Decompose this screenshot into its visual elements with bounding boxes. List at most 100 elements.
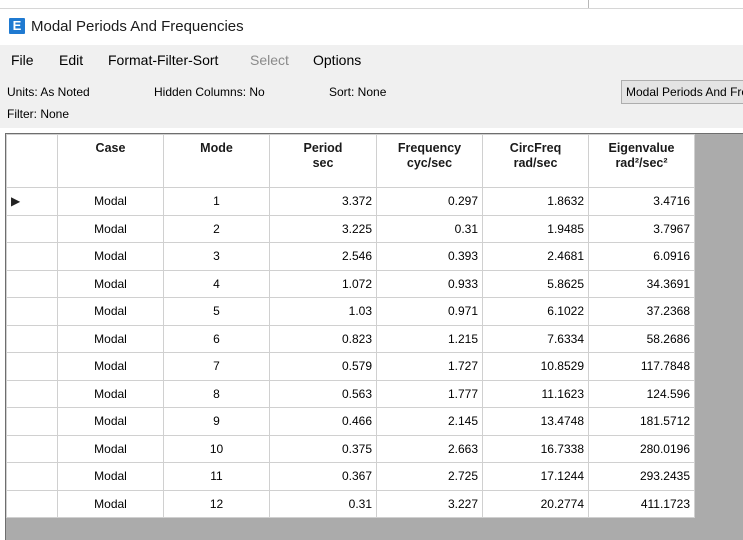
row-selector[interactable] (6, 324, 58, 353)
table-cell[interactable]: 1.072 (269, 269, 377, 298)
table-cell[interactable]: 0.375 (269, 434, 377, 463)
row-selector[interactable] (6, 407, 58, 436)
table-cell[interactable]: 293.2435 (588, 462, 695, 491)
row-selector[interactable] (6, 489, 58, 518)
table-cell[interactable]: 6 (163, 324, 270, 353)
table-cell[interactable]: 11 (163, 462, 270, 491)
table-row[interactable]: Modal 10 0.375 2.663 16.7338 280.0196 (6, 434, 695, 463)
table-cell[interactable]: 10.8529 (482, 352, 589, 381)
row-selector[interactable] (6, 242, 58, 271)
row-selector[interactable] (6, 379, 58, 408)
table-cell[interactable]: 2.663 (376, 434, 483, 463)
table-cell[interactable]: 3.7967 (588, 214, 695, 243)
row-selector[interactable] (6, 352, 58, 381)
column-header[interactable]: Case (57, 134, 164, 188)
table-cell[interactable]: Modal (57, 407, 164, 436)
table-cell[interactable]: Modal (57, 187, 164, 216)
corner-cell[interactable] (6, 134, 58, 188)
table-cell[interactable]: 17.1244 (482, 462, 589, 491)
table-cell[interactable]: 3.225 (269, 214, 377, 243)
table-cell[interactable]: Modal (57, 352, 164, 381)
row-selector[interactable] (6, 434, 58, 463)
table-cell[interactable]: 1.9485 (482, 214, 589, 243)
table-cell[interactable]: 4 (163, 269, 270, 298)
table-cell[interactable]: 5 (163, 297, 270, 326)
table-cell[interactable]: 0.31 (269, 489, 377, 518)
table-cell[interactable]: 2.4681 (482, 242, 589, 271)
column-header[interactable]: Period sec (269, 134, 377, 188)
table-cell[interactable]: 1.215 (376, 324, 483, 353)
table-row[interactable]: Modal 9 0.466 2.145 13.4748 181.5712 (6, 407, 695, 436)
table-cell[interactable]: Modal (57, 297, 164, 326)
table-cell[interactable]: 0.563 (269, 379, 377, 408)
column-header[interactable]: Mode (163, 134, 270, 188)
table-cell[interactable]: 11.1623 (482, 379, 589, 408)
table-cell[interactable]: 5.8625 (482, 269, 589, 298)
table-row[interactable]: Modal 5 1.03 0.971 6.1022 37.2368 (6, 297, 695, 326)
table-cell[interactable]: 2 (163, 214, 270, 243)
row-selector[interactable]: ▶ (6, 187, 58, 216)
table-cell[interactable]: 0.466 (269, 407, 377, 436)
menu-options[interactable]: Options (313, 52, 361, 68)
table-cell[interactable]: Modal (57, 324, 164, 353)
table-cell[interactable]: 34.3691 (588, 269, 695, 298)
row-selector[interactable] (6, 269, 58, 298)
row-selector[interactable] (6, 297, 58, 326)
table-cell[interactable]: 0.823 (269, 324, 377, 353)
row-selector[interactable] (6, 462, 58, 491)
table-row[interactable]: ▶ Modal 1 3.372 0.297 1.8632 3.4716 (6, 187, 695, 216)
table-cell[interactable]: 9 (163, 407, 270, 436)
menu-file[interactable]: File (11, 52, 34, 68)
column-header[interactable]: Frequency cyc/sec (376, 134, 483, 188)
table-cell[interactable]: 2.546 (269, 242, 377, 271)
table-cell[interactable]: 6.0916 (588, 242, 695, 271)
table-cell[interactable]: 0.579 (269, 352, 377, 381)
table-row[interactable]: Modal 3 2.546 0.393 2.4681 6.0916 (6, 242, 695, 271)
table-row[interactable]: Modal 12 0.31 3.227 20.2774 411.1723 (6, 489, 695, 518)
table-cell[interactable]: Modal (57, 242, 164, 271)
table-row[interactable]: Modal 8 0.563 1.777 11.1623 124.596 (6, 379, 695, 408)
table-cell[interactable]: 37.2368 (588, 297, 695, 326)
table-cell[interactable]: 3.4716 (588, 187, 695, 216)
table-cell[interactable]: 1.8632 (482, 187, 589, 216)
table-cell[interactable]: 0.31 (376, 214, 483, 243)
table-cell[interactable]: Modal (57, 214, 164, 243)
menu-format-filter-sort[interactable]: Format-Filter-Sort (108, 52, 218, 68)
table-cell[interactable]: Modal (57, 379, 164, 408)
table-cell[interactable]: 3.372 (269, 187, 377, 216)
table-cell[interactable]: 411.1723 (588, 489, 695, 518)
table-cell[interactable]: 8 (163, 379, 270, 408)
table-row[interactable]: Modal 4 1.072 0.933 5.8625 34.3691 (6, 269, 695, 298)
table-cell[interactable]: 3 (163, 242, 270, 271)
column-header[interactable]: Eigenvalue rad²/sec² (588, 134, 695, 188)
table-cell[interactable]: Modal (57, 489, 164, 518)
table-row[interactable]: Modal 2 3.225 0.31 1.9485 3.7967 (6, 214, 695, 243)
row-selector[interactable] (6, 214, 58, 243)
table-cell[interactable]: 181.5712 (588, 407, 695, 436)
table-cell[interactable]: 7 (163, 352, 270, 381)
table-cell[interactable]: 7.6334 (482, 324, 589, 353)
table-cell[interactable]: 12 (163, 489, 270, 518)
table-selector-button[interactable]: Modal Periods And Frequencies (621, 80, 743, 104)
table-cell[interactable]: 124.596 (588, 379, 695, 408)
table-cell[interactable]: 58.2686 (588, 324, 695, 353)
table-cell[interactable]: 1.727 (376, 352, 483, 381)
table-row[interactable]: Modal 7 0.579 1.727 10.8529 117.7848 (6, 352, 695, 381)
table-cell[interactable]: Modal (57, 269, 164, 298)
table-cell[interactable]: 2.725 (376, 462, 483, 491)
table-cell[interactable]: Modal (57, 462, 164, 491)
menu-edit[interactable]: Edit (59, 52, 83, 68)
table-cell[interactable]: 2.145 (376, 407, 483, 436)
table-cell[interactable]: 3.227 (376, 489, 483, 518)
table-cell[interactable]: 10 (163, 434, 270, 463)
table-cell[interactable]: 1.03 (269, 297, 377, 326)
table-row[interactable]: Modal 6 0.823 1.215 7.6334 58.2686 (6, 324, 695, 353)
table-cell[interactable]: 0.933 (376, 269, 483, 298)
table-cell[interactable]: Modal (57, 434, 164, 463)
table-cell[interactable]: 20.2774 (482, 489, 589, 518)
table-cell[interactable]: 0.971 (376, 297, 483, 326)
table-row[interactable]: Modal 11 0.367 2.725 17.1244 293.2435 (6, 462, 695, 491)
table-cell[interactable]: 13.4748 (482, 407, 589, 436)
table-cell[interactable]: 1 (163, 187, 270, 216)
column-header[interactable]: CircFreq rad/sec (482, 134, 589, 188)
